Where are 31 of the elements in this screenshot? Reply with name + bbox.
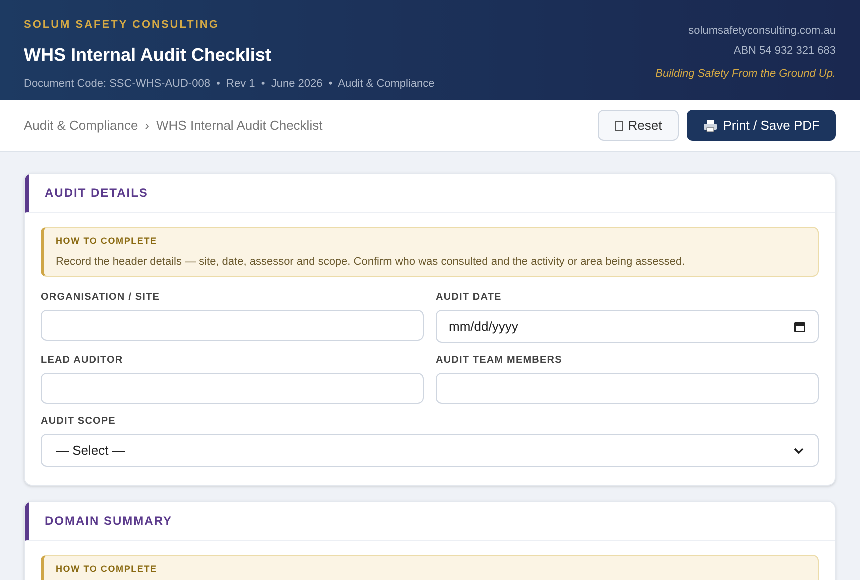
date-input[interactable]: mm/dd/yyyy [449, 316, 649, 336]
print-button[interactable]: Print / Save PDF [687, 110, 836, 141]
tagline: Building Safety From the Ground Up. [656, 67, 836, 82]
instructions-title: HOW TO COMPLETE [56, 235, 158, 248]
text-field[interactable] [41, 310, 424, 341]
scope-dropdown[interactable]: — Select — [41, 434, 819, 467]
section-title: DOMAIN SUMMARY [45, 513, 173, 530]
text-field[interactable] [436, 373, 819, 404]
company-name: SOLUM SAFETY CONSULTING [24, 18, 220, 33]
breadcrumb-item[interactable]: Audit & Compliance [24, 118, 138, 133]
square-icon [615, 120, 624, 130]
field-label: LEAD AUDITOR [41, 354, 124, 368]
abn-text: ABN 54 932 321 683 [732, 44, 836, 58]
field-label: ORGANISATION / SITE [41, 291, 161, 305]
breadcrumb-separator: › [145, 118, 150, 133]
field-label: AUDIT TEAM MEMBERS [436, 354, 564, 368]
instructions-title: HOW TO COMPLETE [56, 563, 158, 576]
reset-button[interactable]: Reset [598, 110, 680, 141]
page-title: WHS Internal Audit Checklist [24, 44, 272, 66]
breadcrumb-item: WHS Internal Audit Checklist [156, 118, 323, 133]
text-field[interactable] [41, 373, 424, 404]
chevron-down-icon [794, 448, 804, 454]
date-field[interactable]: mm/dd/yyyy [436, 310, 819, 343]
field-label: AUDIT DATE [436, 291, 503, 305]
instructions-text: Record the header details — site, date, assessor and scope. Confirm who was consulted and the activity or area being assessed. [56, 254, 686, 270]
calendar-icon[interactable] [794, 320, 806, 332]
section-title: AUDIT DETAILS [45, 185, 148, 202]
website-text: solumsafetyconsulting.com.au [688, 24, 836, 39]
field-label: AUDIT SCOPE [41, 415, 117, 429]
document-meta: Document Code: SSC-WHS-AUD-008 • Rev 1 • June 2026 • Audit & Compliance [24, 76, 435, 92]
printer-icon [703, 118, 718, 132]
